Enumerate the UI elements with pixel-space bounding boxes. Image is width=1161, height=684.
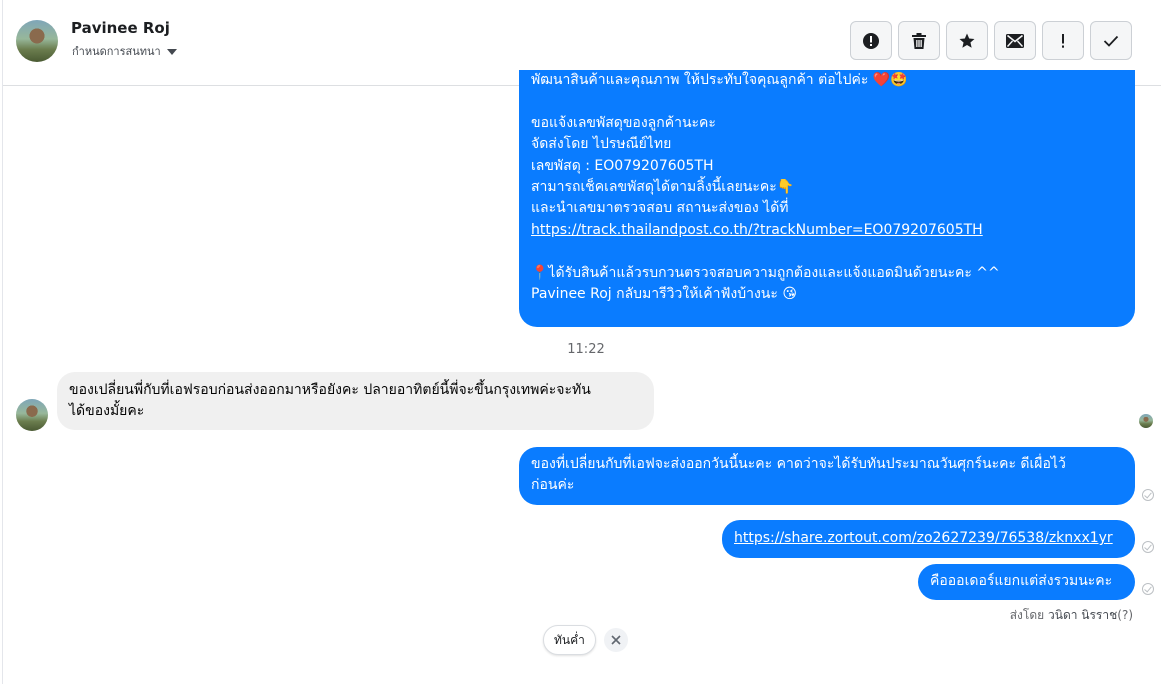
alert-circle-icon [863, 32, 879, 49]
sent-by-label: ส่งโดย วนิดา นิรราช(?) [1010, 606, 1133, 625]
exclamation-icon [1062, 33, 1064, 48]
message-line: ได้ของมั้ยคะ [69, 403, 145, 420]
contact-name[interactable]: Pavinee Roj [71, 19, 170, 37]
message-line: พัฒนาสินค้าและคุณภาพ ให้ประทับใจคุณลูกค้… [531, 72, 908, 88]
contact-avatar[interactable] [16, 20, 58, 62]
trash-icon [912, 32, 926, 49]
share-order-link[interactable]: https://share.zortout.com/zo2627239/7653… [734, 530, 1113, 546]
star-button[interactable] [946, 21, 988, 60]
caret-down-icon [166, 48, 177, 55]
outgoing-message[interactable]: คือออเดอร์แยกแต่ส่งรวมนะคะ [918, 564, 1135, 600]
dismiss-suggestion-button[interactable] [604, 628, 628, 652]
message-line: ของที่เปลี่ยนกับที่เอฟจะส่งออกวันนี้นะคะ… [531, 456, 1066, 472]
outgoing-message[interactable]: ของที่เปลี่ยนกับที่เอฟจะส่งออกวันนี้นะคะ… [519, 447, 1135, 505]
mark-unread-button[interactable] [994, 21, 1036, 60]
message-text: คือออเดอร์แยกแต่ส่งรวมนะคะ [930, 573, 1113, 589]
priority-button[interactable] [1042, 21, 1084, 60]
message-line: Pavinee Roj กลับมารีวิวให้เค้าฟังบ้างนะ … [531, 286, 797, 303]
close-icon [611, 635, 621, 645]
incoming-message[interactable]: ของเปลี่ยนพี่กับที่เอฟรอบก่อนส่งออกมาหรื… [57, 372, 654, 430]
sent-by-name[interactable]: วนิดา นิรราช [1048, 608, 1117, 622]
delivered-check-icon [1142, 489, 1154, 501]
header-actions [850, 21, 1132, 60]
assign-conversation-dropdown[interactable]: กำหนดการสนทนา [72, 42, 177, 60]
message-line: 📍ได้รับสินค้าแล้วรบกวนตรวจสอบความถูกต้อง… [531, 264, 1000, 281]
mark-done-button[interactable] [1090, 21, 1132, 60]
sent-by-prefix: ส่งโดย [1009, 608, 1045, 622]
message-line: และนำเลขมาตรวจสอบ สถานะส่งของ ได้ที่ [531, 200, 789, 217]
quick-reply-chip[interactable]: ทันค่ำ [543, 625, 596, 655]
delivered-check-icon [1142, 541, 1154, 553]
outgoing-message-order-notice[interactable]: พัฒนาสินค้าและคุณภาพ ให้ประทับใจคุณลูกค้… [519, 70, 1135, 327]
message-line: สามารถเช็คเลขพัสดุได้ตามลิ้งนี้เลยนะคะ👇 [531, 179, 795, 196]
message-line: ของเปลี่ยนพี่กับที่เอฟรอบก่อนส่งออกมาหรื… [69, 382, 591, 398]
delete-button[interactable] [898, 21, 940, 60]
message-timestamp: 11:22 [567, 342, 605, 357]
spam-button[interactable] [850, 21, 892, 60]
customer-avatar[interactable] [16, 399, 48, 431]
star-icon [959, 33, 975, 48]
sent-by-help[interactable]: (?) [1117, 608, 1133, 622]
tracking-number: เลขพัสดุ : EO079207605TH [531, 157, 714, 174]
assign-conversation-label: กำหนดการสนทนา [72, 45, 161, 58]
seen-indicator-avatar [1139, 414, 1153, 428]
message-line: ก่อนค่ะ [531, 477, 575, 494]
checkmark-icon [1103, 35, 1119, 47]
conversation-panel: Pavinee Roj กำหนดการสนทนา พัฒนาสินค้าและ… [2, 0, 1161, 684]
message-line: จัดส่งโดย ไปรษณีย์ไทย [531, 136, 672, 153]
delivered-check-icon [1142, 583, 1154, 595]
tracking-link[interactable]: https://track.thailandpost.co.th/?trackN… [531, 222, 983, 238]
envelope-icon [1006, 33, 1024, 48]
message-line: ขอแจ้งเลขพัสดุของลูกค้านะคะ [531, 114, 716, 131]
outgoing-message-link[interactable]: https://share.zortout.com/zo2627239/7653… [722, 520, 1135, 558]
